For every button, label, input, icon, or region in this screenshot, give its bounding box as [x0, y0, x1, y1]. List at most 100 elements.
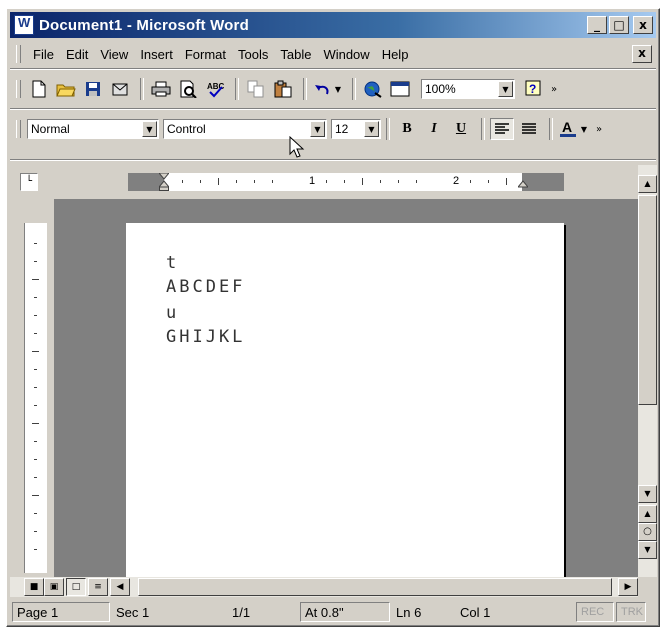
copy-icon[interactable]	[244, 78, 268, 100]
ruler-tick	[34, 477, 37, 478]
first-line-indent-marker-icon[interactable]	[157, 172, 171, 191]
scroll-right-button[interactable]: ▶	[618, 578, 638, 596]
word-window: Document1 - Microsoft Word _ □ x File Ed…	[6, 8, 660, 627]
ruler-tick	[398, 180, 399, 183]
svg-text:A: A	[562, 120, 572, 135]
menu-insert[interactable]: Insert	[134, 47, 179, 62]
ruler-tick	[380, 180, 381, 183]
right-indent-marker-icon[interactable]	[516, 173, 530, 191]
ruler-tick	[34, 405, 37, 406]
web-layout-view-button[interactable]: ▣	[44, 578, 64, 596]
toolbar-options-icon[interactable]: »	[593, 118, 605, 140]
toolbar-separator	[386, 118, 390, 140]
new-document-icon[interactable]	[27, 78, 51, 100]
normal-view-button[interactable]: ■	[24, 578, 44, 596]
document-line-2: ABCDEF	[166, 277, 246, 297]
align-left-icon[interactable]	[490, 118, 514, 140]
style-dropdown-icon[interactable]: ▼	[142, 121, 157, 137]
undo-dropdown-icon[interactable]: ▼	[332, 78, 344, 100]
window-title: Document1 - Microsoft Word	[39, 16, 249, 34]
separator	[10, 108, 656, 110]
undo-icon[interactable]	[312, 78, 332, 100]
tab-selector-icon[interactable]: └	[20, 173, 38, 191]
help-icon[interactable]: ?	[521, 78, 545, 100]
status-track-changes[interactable]: TRK	[616, 602, 646, 622]
vertical-ruler[interactable]	[24, 223, 47, 573]
font-size-combobox[interactable]: 12 ▼	[331, 119, 381, 139]
print-layout-view-button[interactable]: □	[66, 578, 86, 596]
status-page-count: 1/1	[232, 604, 251, 620]
scroll-down-button[interactable]: ▼	[638, 485, 657, 503]
toolbar-grip[interactable]	[16, 80, 21, 98]
print-icon[interactable]	[149, 78, 173, 100]
italic-button[interactable]: I	[422, 118, 446, 140]
zoom-dropdown-icon[interactable]: ▼	[498, 81, 513, 97]
insert-hyperlink-icon[interactable]	[361, 78, 385, 100]
ruler-tick	[34, 441, 37, 442]
underline-button[interactable]: U	[449, 118, 473, 140]
menu-table[interactable]: Table	[274, 47, 317, 62]
print-preview-icon[interactable]	[176, 78, 200, 100]
select-browse-object-button[interactable]: ○	[638, 523, 657, 541]
maximize-button[interactable]: □	[609, 16, 629, 34]
toolbar-separator	[303, 78, 307, 100]
style-combobox[interactable]: Normal ▼	[27, 119, 159, 139]
spelling-check-icon[interactable]: ABC	[203, 78, 227, 100]
ruler-tick	[326, 180, 327, 183]
menu-format[interactable]: Format	[179, 47, 232, 62]
menubar-grip[interactable]	[16, 45, 21, 63]
style-value: Normal	[31, 122, 70, 136]
menu-help[interactable]: Help	[376, 47, 415, 62]
font-color-icon[interactable]: A	[558, 118, 578, 140]
toolbar-separator	[549, 118, 553, 140]
word-app-icon[interactable]	[14, 15, 34, 35]
menu-window[interactable]: Window	[317, 47, 375, 62]
scroll-left-button[interactable]: ◀	[110, 578, 130, 596]
ruler-tick	[34, 333, 37, 334]
close-button[interactable]: x	[633, 16, 653, 34]
horizontal-scrollbar[interactable]: ■ ▣ □ ≡ ◀ ▶	[10, 577, 638, 597]
toolbar-grip[interactable]	[16, 120, 21, 138]
vertical-scroll-thumb[interactable]	[638, 195, 657, 405]
ruler-tick	[254, 180, 255, 183]
ruler-tick	[34, 459, 37, 460]
open-folder-icon[interactable]	[54, 78, 78, 100]
vertical-scrollbar[interactable]: ▲ ▼ ▲ ○ ▼	[638, 165, 657, 577]
ruler-row: └ 1 2	[10, 165, 638, 199]
ruler-tick	[34, 243, 37, 244]
zoom-combobox[interactable]: 100% ▼	[421, 79, 515, 99]
status-record-macro[interactable]: REC	[576, 602, 614, 622]
font-size-value: 12	[335, 122, 349, 136]
menu-edit[interactable]: Edit	[60, 47, 94, 62]
paste-icon[interactable]	[271, 78, 295, 100]
bold-button[interactable]: B	[395, 118, 419, 140]
menu-view[interactable]: View	[94, 47, 134, 62]
previous-page-button[interactable]: ▲	[638, 505, 657, 523]
ruler-tick	[34, 513, 37, 514]
save-disk-icon[interactable]	[81, 78, 105, 100]
menu-file[interactable]: File	[27, 47, 60, 62]
title-bar[interactable]: Document1 - Microsoft Word _ □ x	[10, 12, 656, 38]
font-size-dropdown-icon[interactable]: ▼	[364, 121, 379, 137]
horizontal-scroll-thumb[interactable]	[138, 578, 612, 596]
document-page[interactable]: t ABCDEF u GHIJKL	[126, 223, 564, 577]
svg-text:ABC: ABC	[207, 82, 224, 91]
ruler-tick	[34, 531, 37, 532]
outline-view-button[interactable]: ≡	[88, 578, 108, 596]
toolbar-options-icon[interactable]: »	[548, 78, 560, 100]
scroll-up-button[interactable]: ▲	[638, 175, 657, 193]
menu-bar: File Edit View Insert Format Tools Table…	[10, 42, 656, 66]
ruler-tick	[32, 351, 39, 352]
minimize-button[interactable]: _	[587, 16, 607, 34]
font-dropdown-icon[interactable]: ▼	[310, 121, 325, 137]
horizontal-ruler[interactable]: 1 2	[128, 172, 564, 191]
document-close-button[interactable]: x	[632, 45, 652, 63]
menu-tools[interactable]: Tools	[232, 47, 274, 62]
font-color-dropdown-icon[interactable]: ▼	[578, 118, 590, 140]
next-page-button[interactable]: ▼	[638, 541, 657, 559]
justify-icon[interactable]	[517, 118, 541, 140]
status-at: At 0.8"	[300, 602, 390, 622]
tables-borders-icon[interactable]	[388, 78, 412, 100]
email-icon[interactable]	[108, 78, 132, 100]
status-page: Page 1	[12, 602, 110, 622]
